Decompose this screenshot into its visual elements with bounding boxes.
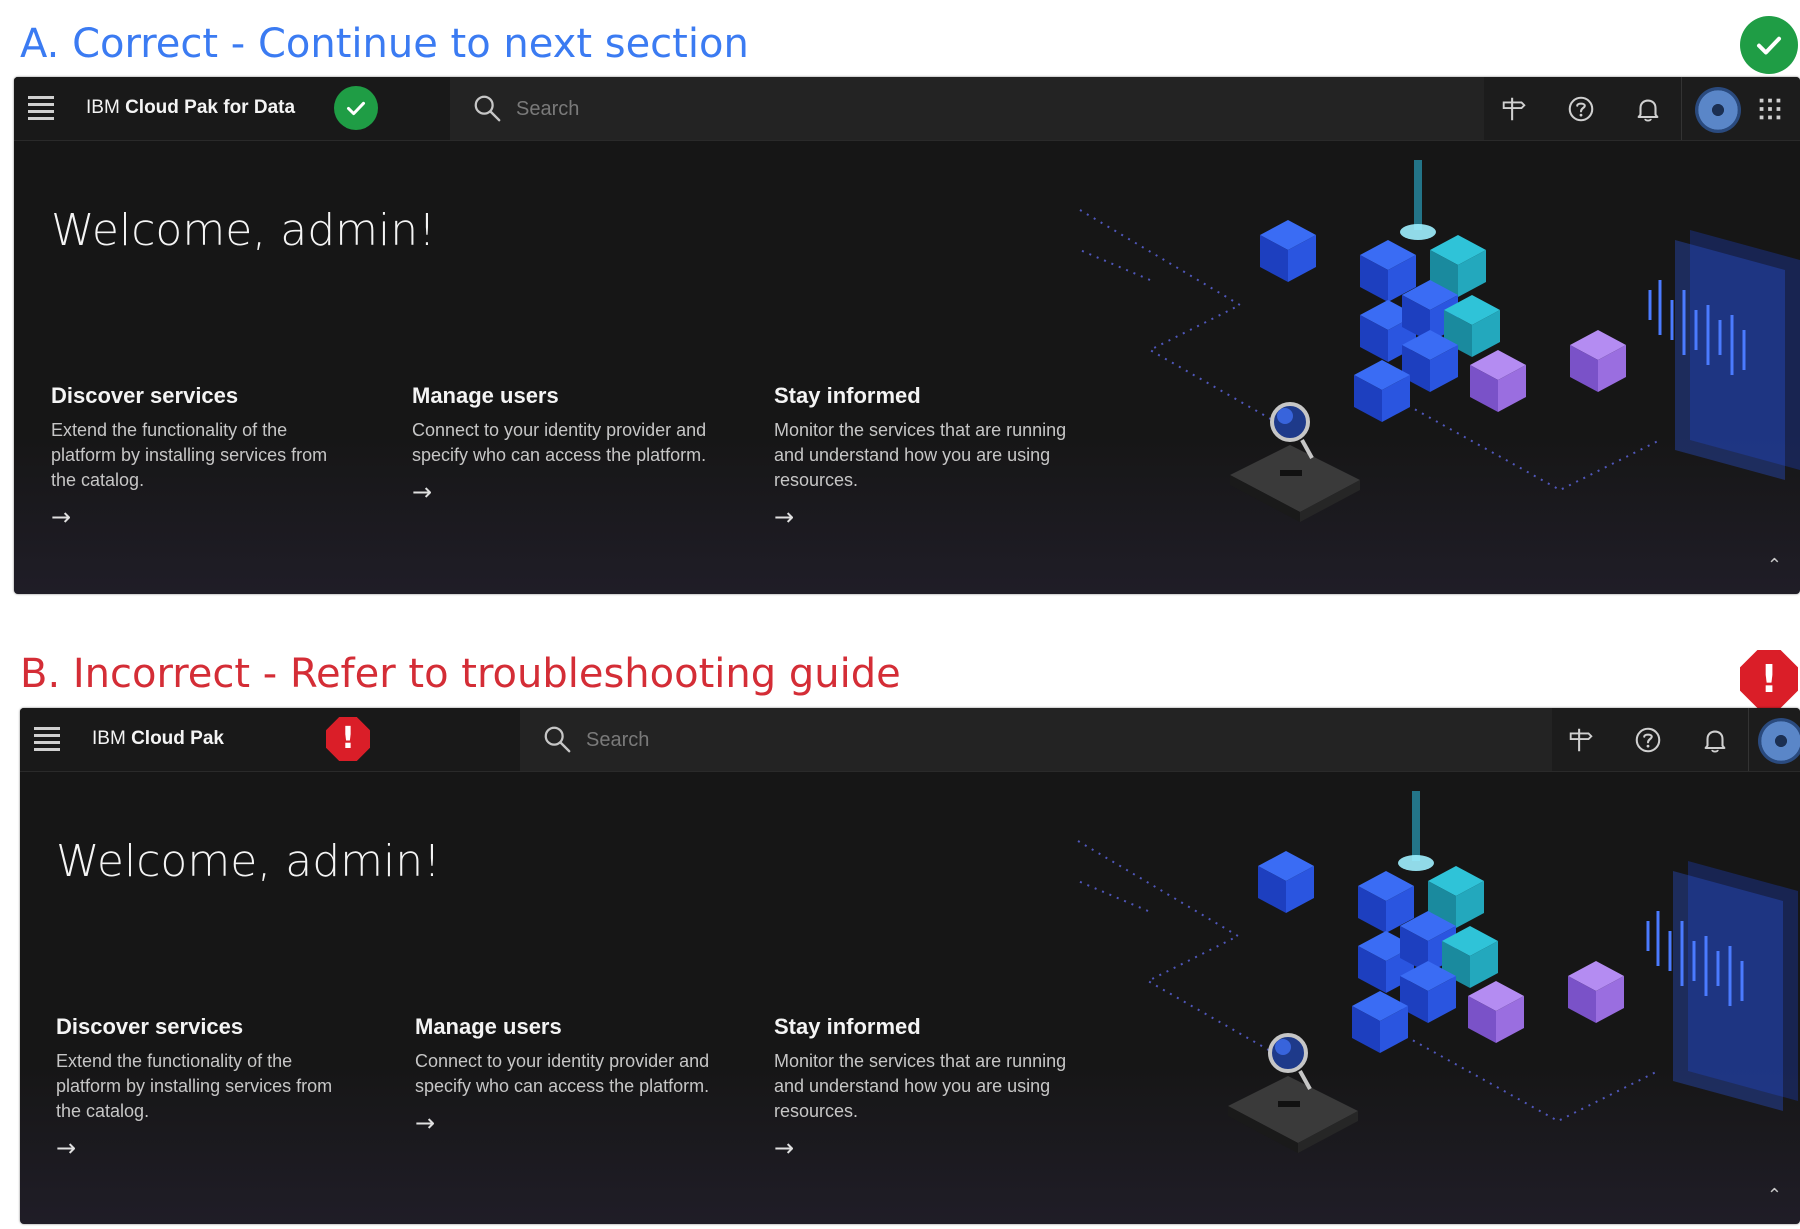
avatar[interactable] [1758,718,1800,764]
arrow-right-icon[interactable]: → [51,503,351,531]
feature-stay-informed[interactable]: Stay informed Monitor the services that … [774,1013,1074,1162]
feature-discover-services[interactable]: Discover services Extend the functionali… [56,1013,356,1162]
arrow-right-icon[interactable]: → [412,478,712,506]
feature-description: Connect to your identity provider and sp… [415,1051,710,1096]
checkmark-icon [1749,25,1789,65]
welcome-heading: Welcome, admin! [51,205,436,256]
correct-caption: A. Correct - Continue to next section [20,21,749,67]
feature-title: Manage users [412,383,559,408]
feature-discover-services[interactable]: Discover services Extend the functionali… [51,382,351,531]
search-bar[interactable]: Search [450,77,1484,140]
feature-title: Manage users [415,1014,562,1039]
success-badge [1740,16,1798,74]
arrow-right-icon[interactable]: → [415,1109,715,1137]
screen-incorrect: IBM Cloud Pak ! Search Welcome, admin! D… [20,708,1800,1224]
feature-description: Extend the functionality of the platform… [51,420,328,490]
welcome-heading: Welcome, admin! [56,836,441,887]
hamburger-icon[interactable] [28,96,54,120]
app-switcher-icon[interactable] [1751,90,1789,128]
chevron-up-icon[interactable]: ⌃ [1767,1185,1782,1206]
search-placeholder: Search [516,98,580,120]
hero-illustration [1038,771,1798,1221]
search-placeholder: Search [586,729,650,751]
incorrect-caption: B. Incorrect - Refer to troubleshooting … [20,651,901,697]
bell-icon[interactable] [1629,90,1667,128]
feature-title: Stay informed [774,383,921,408]
exclamation-icon: ! [1760,657,1778,701]
brand-name: Cloud Pak [131,728,224,749]
feature-title: Discover services [56,1014,244,1039]
feature-description: Monitor the services that are running an… [774,1051,1067,1121]
success-badge [334,86,378,130]
feature-title: Stay informed [774,1014,921,1039]
search-icon [472,93,502,123]
exclamation-icon: ! [341,721,355,756]
arrow-right-icon[interactable]: → [774,503,1074,531]
arrow-right-icon[interactable]: → [56,1134,356,1162]
feature-description: Monitor the services that are running an… [774,420,1067,490]
feature-description: Extend the functionality of the platform… [56,1051,333,1121]
brand-name: Cloud Pak for Data [125,97,296,118]
search-bar[interactable]: Search [520,708,1552,771]
avatar[interactable] [1695,87,1741,133]
feature-manage-users[interactable]: Manage users Connect to your identity pr… [412,382,712,506]
feature-description: Connect to your identity provider and sp… [412,420,707,465]
arrow-right-icon[interactable]: → [774,1134,1074,1162]
error-badge: ! [1740,650,1798,708]
checkmark-icon [341,93,371,123]
top-navigation-bar: IBM Cloud Pak ! Search [20,708,1800,772]
help-icon[interactable] [1562,90,1600,128]
hero-illustration [1040,140,1800,590]
top-navigation-bar: IBM Cloud Pak for Data Search [14,77,1800,141]
error-badge: ! [326,717,370,761]
chevron-up-icon[interactable]: ⌃ [1767,555,1782,576]
feature-title: Discover services [51,383,239,408]
signpost-icon[interactable] [1562,721,1600,759]
product-name[interactable]: IBM Cloud Pak for Data [86,97,295,119]
toolbar-divider [1681,77,1682,140]
hamburger-icon[interactable] [34,727,60,751]
brand-area: IBM Cloud Pak ! [20,708,520,771]
brand-prefix: IBM [92,728,126,749]
brand-prefix: IBM [86,97,120,118]
search-icon [542,724,572,754]
feature-manage-users[interactable]: Manage users Connect to your identity pr… [415,1013,715,1137]
screen-correct: IBM Cloud Pak for Data Search Welcome, a… [14,77,1800,594]
signpost-icon[interactable] [1495,90,1533,128]
help-icon[interactable] [1629,721,1667,759]
product-name[interactable]: IBM Cloud Pak [92,728,224,750]
feature-stay-informed[interactable]: Stay informed Monitor the services that … [774,382,1074,531]
bell-icon[interactable] [1696,721,1734,759]
toolbar-divider [1748,708,1749,771]
brand-area: IBM Cloud Pak for Data [14,77,450,140]
